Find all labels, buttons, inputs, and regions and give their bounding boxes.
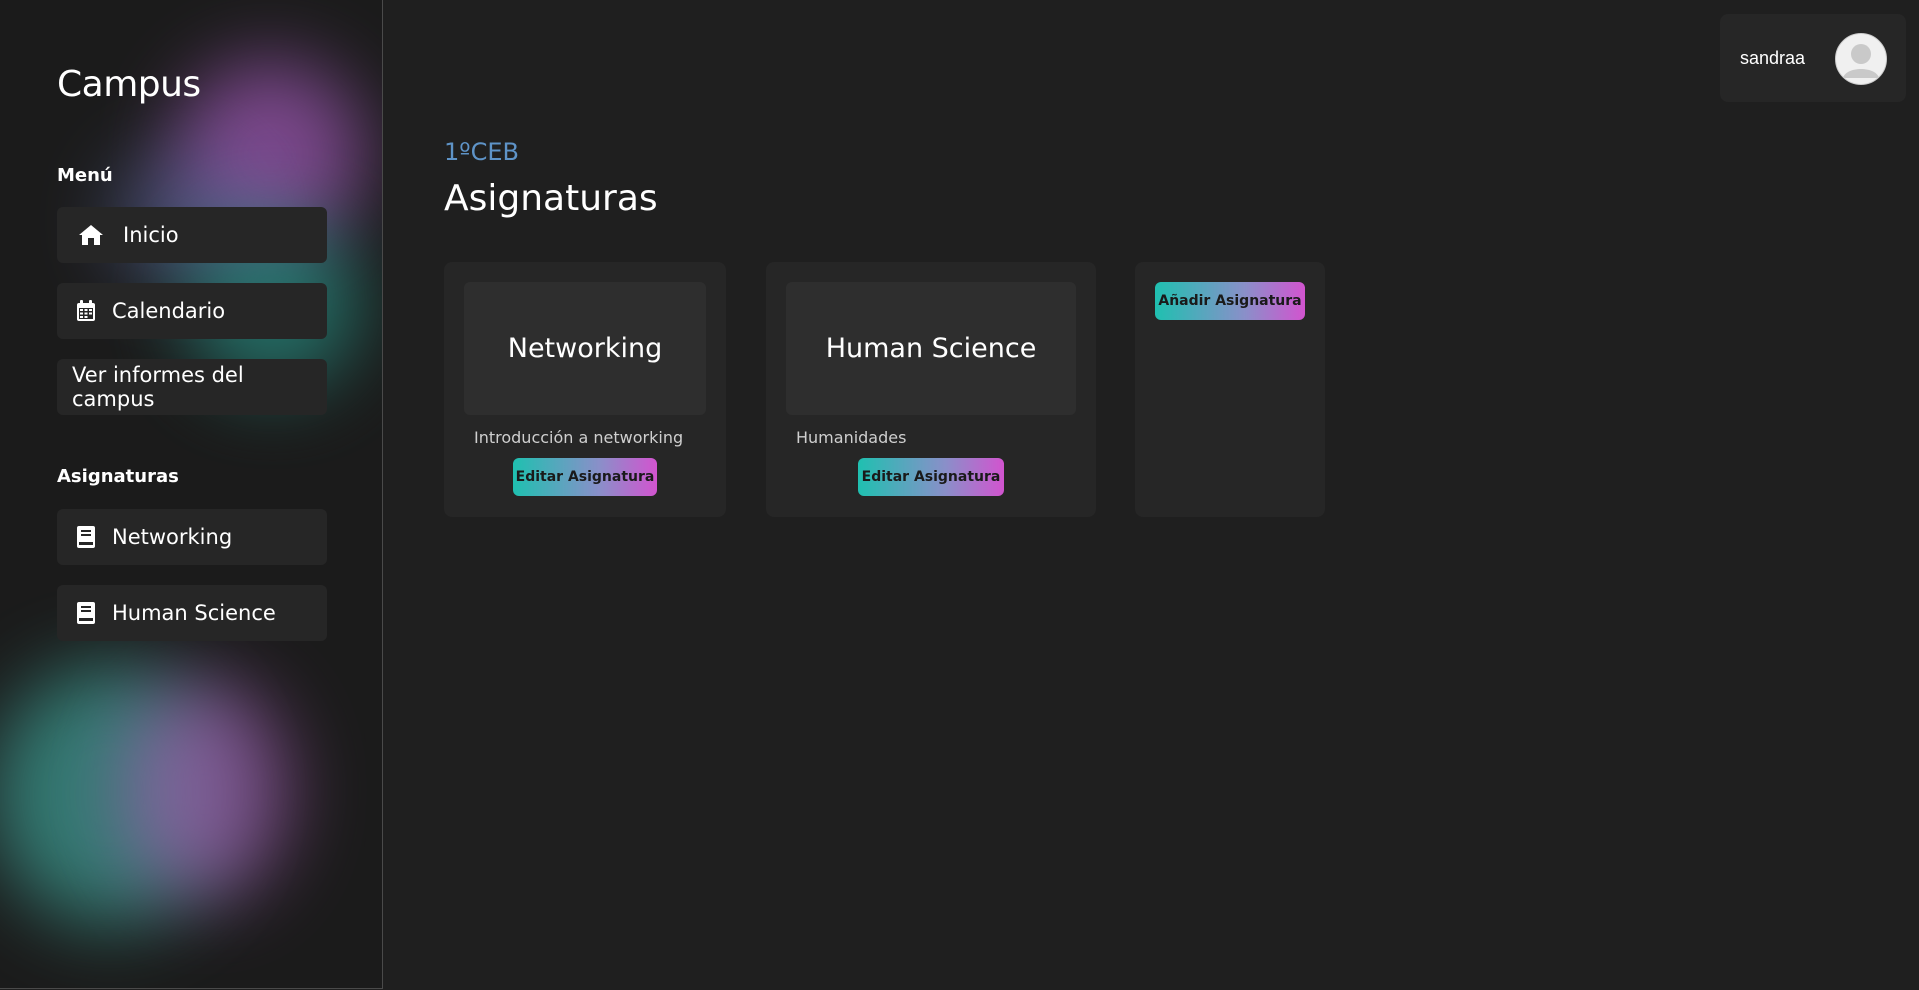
sidebar: Campus Menú Inicio Calendario Ver inform…: [0, 0, 383, 989]
sidebar-item-label: Ver informes del campus: [72, 363, 244, 411]
sidebar-item-label: Calendario: [112, 299, 226, 323]
add-subject-button[interactable]: Añadir Asignatura: [1155, 282, 1305, 320]
home-icon: [75, 223, 107, 247]
book-icon: [76, 602, 96, 624]
sidebar-item-networking[interactable]: Networking: [57, 509, 327, 565]
sidebar-item-calendario[interactable]: Calendario: [57, 283, 327, 339]
subjects-section-label: Asignaturas: [57, 466, 179, 487]
calendar-icon: [75, 300, 97, 322]
page-title: Asignaturas: [444, 178, 658, 219]
add-subject-card: Añadir Asignatura: [1135, 262, 1325, 517]
sidebar-item-label: Inicio: [123, 223, 179, 247]
sidebar-item-label: Networking: [112, 525, 233, 549]
subject-card: Human Science Humanidades Editar Asignat…: [766, 262, 1096, 517]
subject-card-description: Humanidades: [796, 428, 907, 447]
brand-title: Campus: [57, 64, 201, 105]
user-menu[interactable]: sandraa: [1720, 14, 1906, 102]
class-subtitle: 1ºCEB: [444, 138, 519, 166]
edit-subject-button[interactable]: Editar Asignatura: [858, 458, 1004, 496]
sidebar-content: Campus Menú Inicio Calendario Ver inform…: [0, 0, 382, 988]
sidebar-item-inicio[interactable]: Inicio: [57, 207, 327, 263]
subject-card: Networking Introducción a networking Edi…: [444, 262, 726, 517]
username: sandraa: [1740, 47, 1806, 68]
subject-card-title: Networking: [464, 282, 706, 415]
edit-subject-button[interactable]: Editar Asignatura: [513, 458, 657, 496]
menu-section-label: Menú: [57, 165, 113, 186]
sidebar-item-informes[interactable]: Ver informes del campus: [57, 359, 327, 415]
user-avatar-icon[interactable]: [1835, 33, 1887, 85]
sidebar-item-label: Human Science: [112, 601, 276, 625]
subject-card-description: Introducción a networking: [474, 428, 684, 447]
subject-card-title: Human Science: [786, 282, 1076, 415]
book-icon: [76, 526, 96, 548]
sidebar-item-human-science[interactable]: Human Science: [57, 585, 327, 641]
